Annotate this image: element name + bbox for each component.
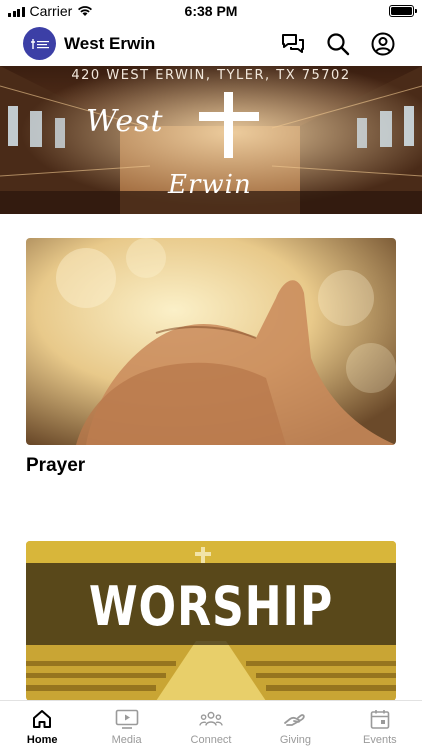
- tab-home-label: Home: [26, 734, 58, 746]
- worship-image: WORSHIP: [26, 541, 396, 701]
- tab-bar: Home Media Connect Giving Events: [0, 700, 422, 750]
- calendar-icon: [368, 707, 392, 731]
- profile-icon[interactable]: [370, 31, 396, 57]
- tab-giving-label: Giving: [279, 734, 312, 746]
- tab-media[interactable]: Media: [84, 701, 168, 750]
- church-banner: 420 WEST ERWIN, TYLER, TX 75702 West Erw…: [0, 66, 422, 214]
- chat-icon[interactable]: [280, 31, 306, 57]
- home-icon: [30, 707, 54, 731]
- tab-events-label: Events: [363, 734, 397, 746]
- banner-title-erwin: Erwin: [168, 170, 252, 200]
- prayer-card[interactable]: Prayer: [26, 238, 396, 477]
- tab-events[interactable]: Events: [338, 701, 422, 750]
- tab-giving[interactable]: Giving: [253, 701, 337, 750]
- worship-card[interactable]: WORSHIP: [26, 541, 396, 701]
- battery-icon: [389, 5, 417, 17]
- status-bar: Carrier 6:38 PM: [0, 0, 422, 22]
- tab-connect[interactable]: Connect: [169, 701, 253, 750]
- tab-media-label: Media: [111, 734, 142, 746]
- tab-connect-label: Connect: [190, 734, 232, 746]
- giving-icon: [283, 707, 307, 731]
- worship-banner-text: WORSHIP: [88, 575, 334, 638]
- search-icon[interactable]: [325, 31, 351, 57]
- prayer-card-title: Prayer: [26, 455, 86, 476]
- connect-icon: [199, 707, 223, 731]
- church-logo-icon[interactable]: [23, 27, 56, 60]
- church-address: 420 WEST ERWIN, TYLER, TX 75702: [71, 68, 351, 83]
- banner-title-west: West: [86, 104, 164, 139]
- app-title: West Erwin: [64, 34, 156, 53]
- status-time: 6:38 PM: [184, 3, 238, 19]
- prayer-image: [26, 238, 396, 445]
- media-icon: [115, 707, 139, 731]
- tab-home[interactable]: Home: [0, 701, 84, 750]
- app-header: West Erwin: [0, 22, 422, 66]
